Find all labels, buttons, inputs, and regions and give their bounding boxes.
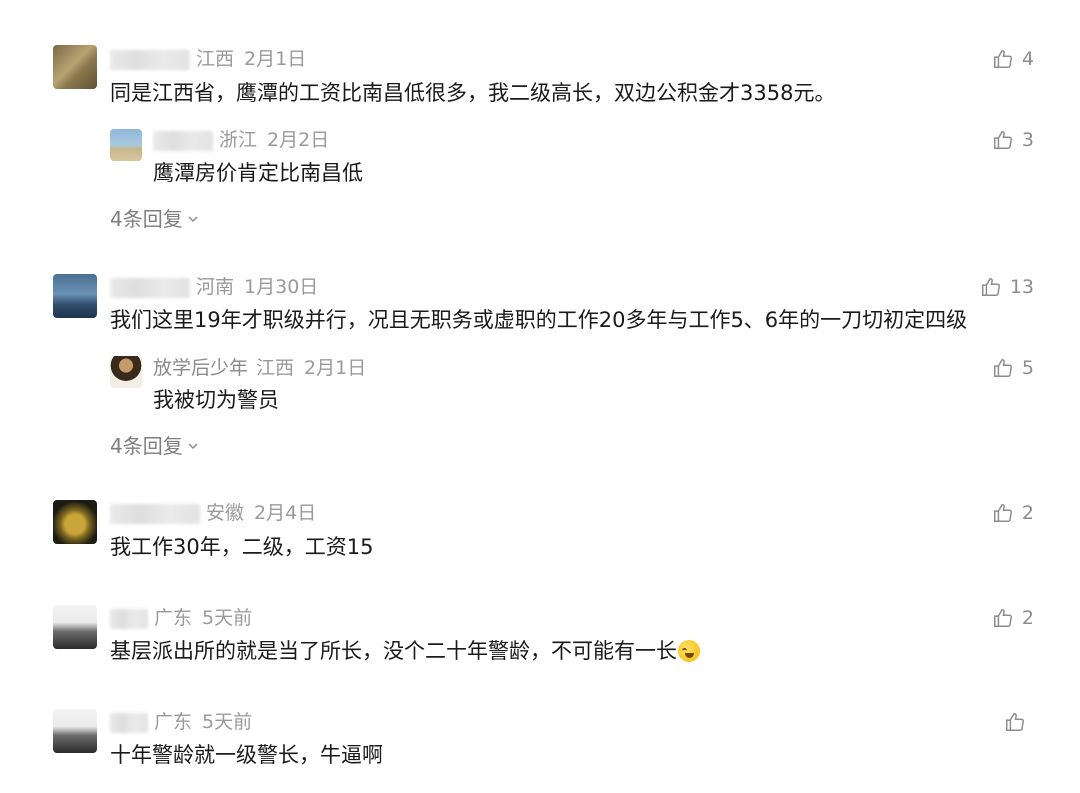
like-count: 13 <box>1009 276 1034 298</box>
more-replies-link[interactable]: 4条回复 <box>110 206 199 232</box>
like-button[interactable]: 13 <box>980 275 1034 299</box>
thumbs-up-icon <box>993 50 1012 68</box>
comment-date: 1月30日 <box>244 276 319 298</box>
more-replies-label: 4条回复 <box>110 434 183 458</box>
username-redacted[interactable] <box>110 49 190 70</box>
like-count: 2 <box>1021 607 1034 629</box>
like-button[interactable]: 5 <box>992 356 1034 380</box>
region: 江西 <box>256 357 295 379</box>
thumbs-up-icon <box>993 504 1012 522</box>
more-replies-link[interactable]: 4条回复 <box>110 433 199 459</box>
like-count: 2 <box>1021 502 1034 524</box>
like-button[interactable]: 4 <box>992 47 1034 71</box>
comment-date: 2月1日 <box>244 48 307 70</box>
reply-date: 2月2日 <box>267 129 330 151</box>
like-button[interactable]: 2 <box>992 606 1034 630</box>
avatar[interactable] <box>53 274 97 318</box>
reply-text: 鹰潭房价肯定比南昌低 <box>153 161 363 185</box>
comment-text: 同是江西省，鹰潭的工资比南昌低很多，我二级高长，双边公积金才3358元。 <box>110 81 836 105</box>
like-count: 4 <box>1021 48 1034 70</box>
region: 安徽 <box>206 502 245 524</box>
username-redacted[interactable] <box>110 277 190 298</box>
comment-text: 我们这里19年才职级并行，况且无职务或虚职的工作20多年与工作5、6年的一刀切初… <box>110 308 968 332</box>
like-button[interactable] <box>1004 710 1034 734</box>
laughing-tears-emoji <box>678 640 700 662</box>
region: 江西 <box>196 48 235 70</box>
comment-date: 5天前 <box>202 607 253 629</box>
more-replies-label: 4条回复 <box>110 207 183 231</box>
reply-avatar[interactable] <box>110 129 142 161</box>
username-redacted[interactable] <box>110 608 148 629</box>
comment-text: 我工作30年，二级，工资15 <box>110 535 374 559</box>
like-button[interactable]: 3 <box>992 128 1034 152</box>
username-redacted[interactable] <box>110 712 148 733</box>
avatar[interactable] <box>53 500 97 544</box>
like-button[interactable]: 2 <box>992 501 1034 525</box>
region: 河南 <box>196 276 235 298</box>
username-redacted[interactable] <box>110 503 200 524</box>
reply-text: 我被切为警员 <box>153 388 279 412</box>
region: 广东 <box>154 711 193 733</box>
avatar[interactable] <box>53 45 97 89</box>
thumbs-up-icon <box>993 359 1012 377</box>
thumbs-up-icon <box>993 609 1012 627</box>
region: 广东 <box>154 607 193 629</box>
comment-date: 5天前 <box>202 711 253 733</box>
chevron-down-icon <box>188 216 198 223</box>
thumbs-up-icon <box>981 278 1000 296</box>
username-redacted[interactable] <box>153 130 213 151</box>
like-count: 3 <box>1021 129 1034 151</box>
comment-date: 2月4日 <box>254 502 317 524</box>
comment-text: 基层派出所的就是当了所长，没个二十年警龄，不可能有一长 <box>110 639 677 663</box>
comment-text: 十年警龄就一级警长，牛逼啊 <box>110 743 383 767</box>
thumbs-up-icon <box>993 131 1012 149</box>
avatar[interactable] <box>53 605 97 649</box>
reply-avatar[interactable] <box>110 356 142 388</box>
chevron-down-icon <box>188 443 198 450</box>
region: 浙江 <box>219 129 258 151</box>
avatar[interactable] <box>53 709 97 753</box>
reply-username[interactable]: 放学后少年 <box>153 357 248 379</box>
reply-date: 2月1日 <box>304 357 367 379</box>
like-count: 5 <box>1021 357 1034 379</box>
thumbs-up-icon <box>1006 713 1024 731</box>
